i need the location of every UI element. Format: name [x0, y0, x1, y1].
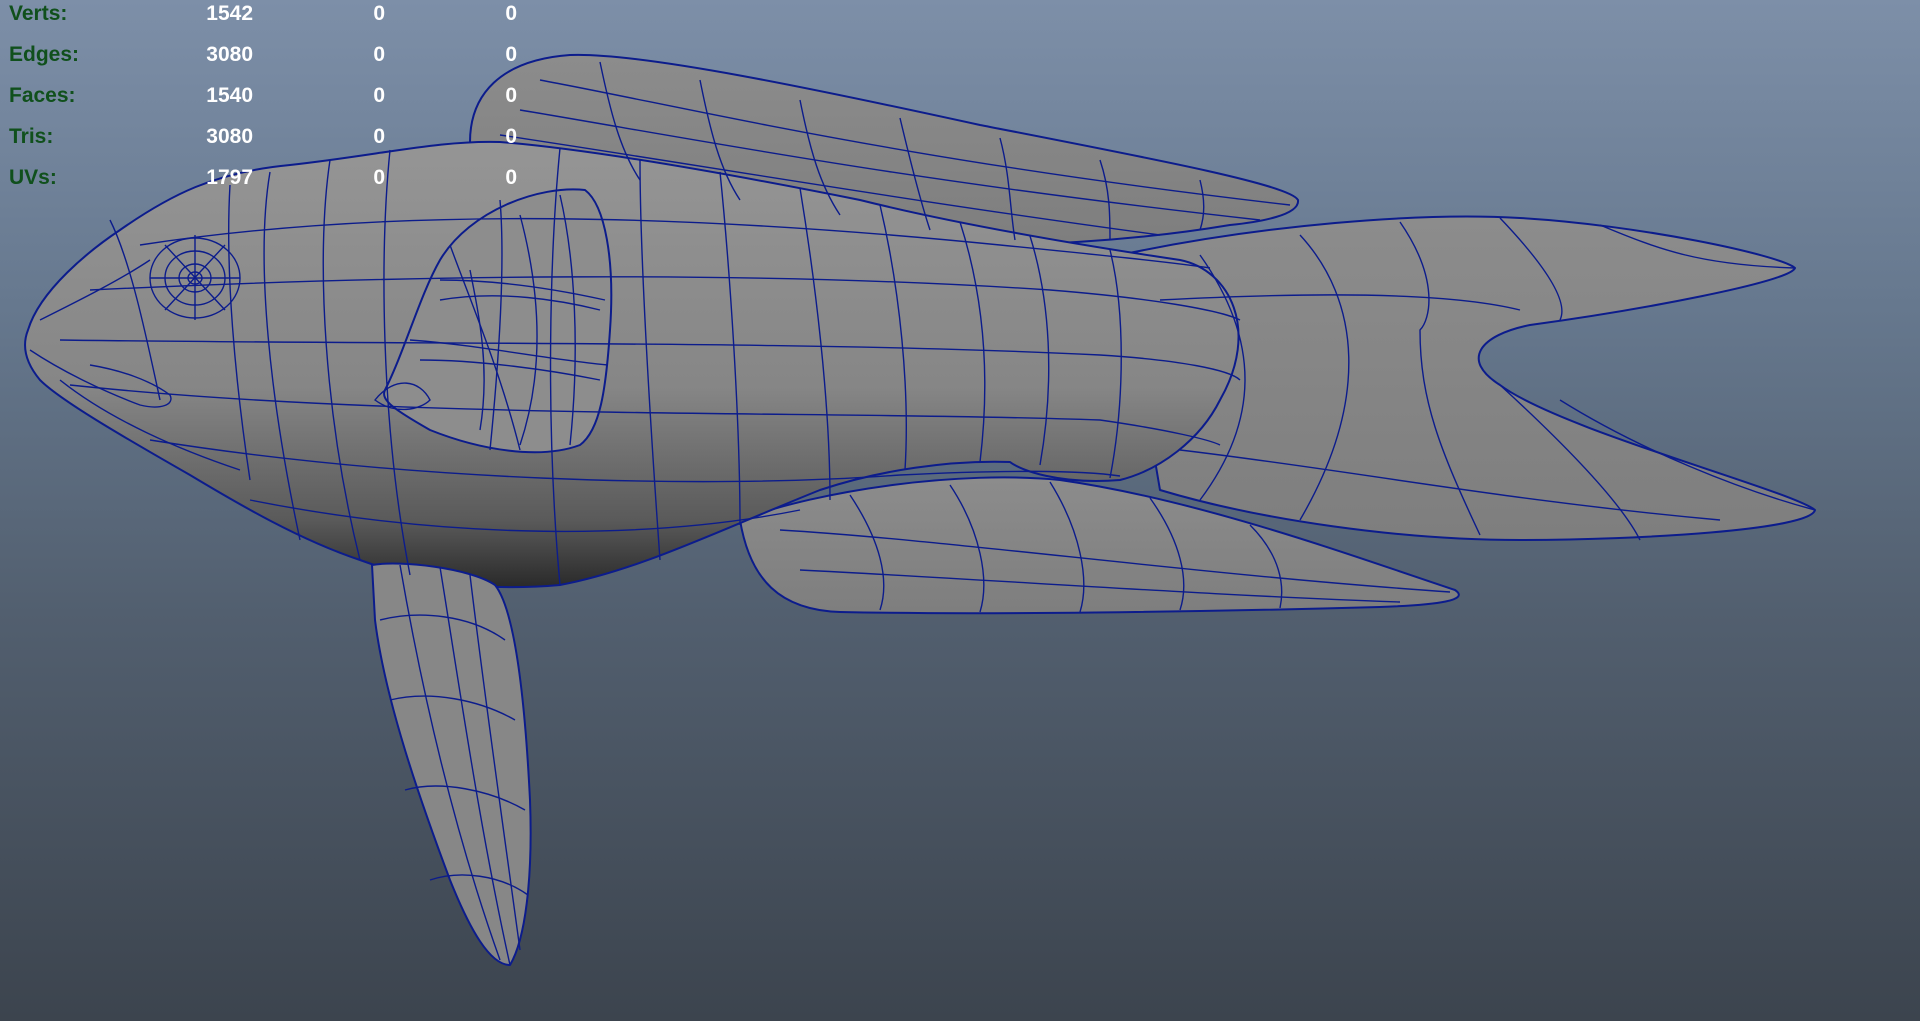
hud-label: UVs:: [9, 166, 57, 189]
hud-row-tris: Tris: 3080 0 0: [9, 123, 529, 164]
hud-label: Faces:: [9, 84, 76, 107]
pelvic-fin: [371, 562, 532, 966]
hud-row-edges: Edges: 3080 0 0: [9, 41, 529, 82]
hud-selected-value: 0: [373, 166, 385, 189]
hud-row-uvs: UVs: 1797 0 0: [9, 164, 529, 205]
hud-total-value: 1797: [206, 166, 253, 189]
hud-total-value: 1540: [206, 84, 253, 107]
hud-total-value: 3080: [206, 125, 253, 148]
hud-component-value: 0: [505, 2, 517, 25]
3d-viewport[interactable]: Verts: 1542 0 0 Edges: 3080 0 0 Faces: 1…: [0, 0, 1920, 1021]
hud-total-value: 1542: [206, 2, 253, 25]
hud-selected-value: 0: [373, 2, 385, 25]
hud-total-value: 3080: [206, 43, 253, 66]
hud-component-value: 0: [505, 84, 517, 107]
hud-selected-value: 0: [373, 84, 385, 107]
poly-count-hud: Verts: 1542 0 0 Edges: 3080 0 0 Faces: 1…: [9, 0, 529, 205]
hud-component-value: 0: [505, 166, 517, 189]
hud-label: Verts:: [9, 2, 68, 25]
hud-row-faces: Faces: 1540 0 0: [9, 82, 529, 123]
hud-row-verts: Verts: 1542 0 0: [9, 0, 529, 41]
hud-selected-value: 0: [373, 43, 385, 66]
hud-component-value: 0: [505, 125, 517, 148]
hud-component-value: 0: [505, 43, 517, 66]
hud-selected-value: 0: [373, 125, 385, 148]
hud-label: Tris:: [9, 125, 54, 148]
hud-label: Edges:: [9, 43, 80, 66]
